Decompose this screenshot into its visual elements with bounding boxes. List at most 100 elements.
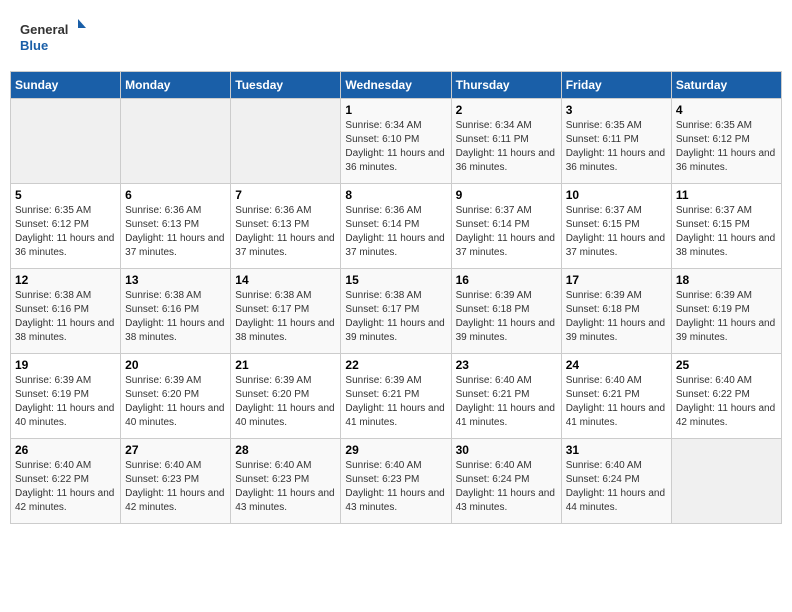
weekday-header-thursday: Thursday (451, 72, 561, 99)
day-number: 21 (235, 358, 336, 372)
calendar-cell: 31 Sunrise: 6:40 AMSunset: 6:24 PMDayligh… (561, 439, 671, 524)
calendar-cell (231, 99, 341, 184)
day-info: Sunrise: 6:39 AMSunset: 6:19 PMDaylight:… (676, 289, 777, 345)
week-row-3: 12 Sunrise: 6:38 AMSunset: 6:16 PMDayligh… (11, 269, 782, 354)
logo: General Blue (18, 14, 88, 59)
calendar-cell: 19 Sunrise: 6:39 AMSunset: 6:19 PMDayligh… (11, 354, 121, 439)
day-number: 24 (566, 358, 667, 372)
day-number: 15 (345, 273, 446, 287)
day-number: 18 (676, 273, 777, 287)
day-info: Sunrise: 6:39 AMSunset: 6:20 PMDaylight:… (125, 374, 226, 430)
day-info: Sunrise: 6:40 AMSunset: 6:21 PMDaylight:… (456, 374, 557, 430)
calendar-cell: 23Sunrise: 6:40 AMSunset: 6:21 PMDayligh… (451, 354, 561, 439)
day-info: Sunrise: 6:34 AMSunset: 6:10 PMDaylight:… (345, 119, 446, 175)
day-info: Sunrise: 6:39 AMSunset: 6:20 PMDaylight:… (235, 374, 336, 430)
calendar-table: SundayMondayTuesdayWednesdayThursdayFrid… (10, 71, 782, 524)
day-info: Sunrise: 6:39 AMSunset: 6:21 PMDaylight:… (345, 374, 446, 430)
day-info: Sunrise: 6:39 AMSunset: 6:19 PMDaylight:… (15, 374, 116, 430)
calendar-cell: 16Sunrise: 6:39 AMSunset: 6:18 PMDayligh… (451, 269, 561, 354)
day-info: Sunrise: 6:40 AMSunset: 6:23 PMDaylight:… (345, 459, 446, 515)
day-info: Sunrise: 6:40 AMSunset: 6:21 PMDaylight:… (566, 374, 667, 430)
day-info: Sunrise: 6:39 AMSunset: 6:18 PMDaylight:… (566, 289, 667, 345)
day-number: 26 (15, 443, 116, 457)
calendar-cell: 18 Sunrise: 6:39 AMSunset: 6:19 PMDayligh… (671, 269, 781, 354)
calendar-cell: 5 Sunrise: 6:35 AMSunset: 6:12 PMDaylight… (11, 184, 121, 269)
day-info: Sunrise: 6:38 AMSunset: 6:17 PMDaylight:… (235, 289, 336, 345)
calendar-header: SundayMondayTuesdayWednesdayThursdayFrid… (11, 72, 782, 99)
day-number: 31 (566, 443, 667, 457)
day-info: Sunrise: 6:40 AMSunset: 6:24 PMDaylight:… (456, 459, 557, 515)
day-number: 7 (235, 188, 336, 202)
week-row-2: 5 Sunrise: 6:35 AMSunset: 6:12 PMDaylight… (11, 184, 782, 269)
day-number: 2 (456, 103, 557, 117)
calendar-cell: 27Sunrise: 6:40 AMSunset: 6:23 PMDayligh… (121, 439, 231, 524)
calendar-cell: 8Sunrise: 6:36 AMSunset: 6:14 PMDaylight… (341, 184, 451, 269)
day-info: Sunrise: 6:38 AMSunset: 6:17 PMDaylight:… (345, 289, 446, 345)
calendar-cell: 10 Sunrise: 6:37 AMSunset: 6:15 PMDayligh… (561, 184, 671, 269)
weekday-header-tuesday: Tuesday (231, 72, 341, 99)
weekday-header-saturday: Saturday (671, 72, 781, 99)
calendar-cell: 14 Sunrise: 6:38 AMSunset: 6:17 PMDayligh… (231, 269, 341, 354)
week-row-4: 19 Sunrise: 6:39 AMSunset: 6:19 PMDayligh… (11, 354, 782, 439)
day-info: Sunrise: 6:40 AMSunset: 6:24 PMDaylight:… (566, 459, 667, 515)
day-info: Sunrise: 6:35 AMSunset: 6:12 PMDaylight:… (676, 119, 777, 175)
calendar-cell: 30 Sunrise: 6:40 AMSunset: 6:24 PMDayligh… (451, 439, 561, 524)
calendar-cell: 25 Sunrise: 6:40 AMSunset: 6:22 PMDayligh… (671, 354, 781, 439)
day-number: 19 (15, 358, 116, 372)
calendar-cell: 2 Sunrise: 6:34 AMSunset: 6:11 PMDaylight… (451, 99, 561, 184)
calendar-cell: 28Sunrise: 6:40 AMSunset: 6:23 PMDayligh… (231, 439, 341, 524)
day-number: 22 (345, 358, 446, 372)
day-number: 9 (456, 188, 557, 202)
day-number: 4 (676, 103, 777, 117)
calendar-cell: 7Sunrise: 6:36 AMSunset: 6:13 PMDaylight… (231, 184, 341, 269)
calendar-cell: 22 Sunrise: 6:39 AMSunset: 6:21 PMDayligh… (341, 354, 451, 439)
calendar-body: 1Sunrise: 6:34 AMSunset: 6:10 PMDaylight… (11, 99, 782, 524)
day-number: 6 (125, 188, 226, 202)
day-number: 30 (456, 443, 557, 457)
day-number: 3 (566, 103, 667, 117)
calendar-cell: 29 Sunrise: 6:40 AMSunset: 6:23 PMDayligh… (341, 439, 451, 524)
day-info: Sunrise: 6:37 AMSunset: 6:15 PMDaylight:… (676, 204, 777, 260)
day-number: 25 (676, 358, 777, 372)
day-info: Sunrise: 6:37 AMSunset: 6:15 PMDaylight:… (566, 204, 667, 260)
day-info: Sunrise: 6:37 AMSunset: 6:14 PMDaylight:… (456, 204, 557, 260)
day-number: 28 (235, 443, 336, 457)
calendar-cell (11, 99, 121, 184)
day-number: 5 (15, 188, 116, 202)
weekday-header-friday: Friday (561, 72, 671, 99)
calendar-cell: 21 Sunrise: 6:39 AMSunset: 6:20 PMDayligh… (231, 354, 341, 439)
calendar-cell: 6 Sunrise: 6:36 AMSunset: 6:13 PMDaylight… (121, 184, 231, 269)
day-info: Sunrise: 6:38 AMSunset: 6:16 PMDaylight:… (125, 289, 226, 345)
calendar-cell: 1Sunrise: 6:34 AMSunset: 6:10 PMDaylight… (341, 99, 451, 184)
logo-svg: General Blue (18, 14, 88, 59)
weekday-header-monday: Monday (121, 72, 231, 99)
day-info: Sunrise: 6:36 AMSunset: 6:14 PMDaylight:… (345, 204, 446, 260)
day-info: Sunrise: 6:36 AMSunset: 6:13 PMDaylight:… (125, 204, 226, 260)
day-number: 27 (125, 443, 226, 457)
weekday-header-row: SundayMondayTuesdayWednesdayThursdayFrid… (11, 72, 782, 99)
page-header: General Blue (10, 10, 782, 63)
calendar-cell: 20 Sunrise: 6:39 AMSunset: 6:20 PMDayligh… (121, 354, 231, 439)
calendar-cell: 9 Sunrise: 6:37 AMSunset: 6:14 PMDaylight… (451, 184, 561, 269)
weekday-header-sunday: Sunday (11, 72, 121, 99)
calendar-cell: 13 Sunrise: 6:38 AMSunset: 6:16 PMDayligh… (121, 269, 231, 354)
day-number: 12 (15, 273, 116, 287)
calendar-cell: 11Sunrise: 6:37 AMSunset: 6:15 PMDayligh… (671, 184, 781, 269)
calendar-cell: 12Sunrise: 6:38 AMSunset: 6:16 PMDayligh… (11, 269, 121, 354)
day-number: 13 (125, 273, 226, 287)
day-number: 10 (566, 188, 667, 202)
day-info: Sunrise: 6:35 AMSunset: 6:11 PMDaylight:… (566, 119, 667, 175)
day-number: 17 (566, 273, 667, 287)
day-info: Sunrise: 6:39 AMSunset: 6:18 PMDaylight:… (456, 289, 557, 345)
day-number: 20 (125, 358, 226, 372)
week-row-1: 1Sunrise: 6:34 AMSunset: 6:10 PMDaylight… (11, 99, 782, 184)
calendar-cell: 26Sunrise: 6:40 AMSunset: 6:22 PMDayligh… (11, 439, 121, 524)
day-number: 29 (345, 443, 446, 457)
day-info: Sunrise: 6:34 AMSunset: 6:11 PMDaylight:… (456, 119, 557, 175)
week-row-5: 26Sunrise: 6:40 AMSunset: 6:22 PMDayligh… (11, 439, 782, 524)
day-info: Sunrise: 6:40 AMSunset: 6:22 PMDaylight:… (676, 374, 777, 430)
weekday-header-wednesday: Wednesday (341, 72, 451, 99)
day-number: 14 (235, 273, 336, 287)
svg-text:Blue: Blue (20, 38, 48, 53)
day-info: Sunrise: 6:35 AMSunset: 6:12 PMDaylight:… (15, 204, 116, 260)
